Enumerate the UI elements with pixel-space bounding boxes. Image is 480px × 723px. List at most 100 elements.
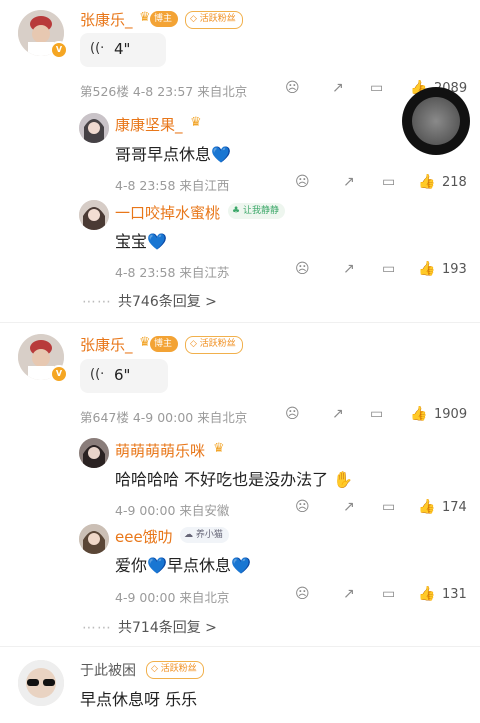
- divider: [0, 646, 480, 647]
- share-icon[interactable]: ↗: [343, 174, 355, 190]
- verified-badge-icon: V: [50, 41, 68, 59]
- custom-tag-label: 让我静静: [242, 206, 279, 216]
- username[interactable]: 于此被困: [80, 660, 136, 680]
- like-icon[interactable]: 👍: [418, 499, 435, 515]
- voice-duration: 6": [114, 366, 131, 384]
- host-tag: 博主: [150, 336, 179, 352]
- share-icon[interactable]: ↗: [332, 406, 344, 422]
- more-replies-link[interactable]: ⋯⋯ 共714条回复 >: [82, 617, 217, 637]
- voice-icon: ((·: [90, 367, 105, 382]
- like-count: 218: [442, 175, 467, 190]
- timestamp: 4-8 23:58: [115, 178, 176, 193]
- reply-icon[interactable]: ▭: [382, 586, 395, 602]
- divider: [0, 322, 480, 323]
- share-icon[interactable]: ↗: [343, 261, 355, 277]
- active-fan-label: 活跃粉丝: [160, 664, 197, 674]
- dots-icon: ⋯⋯: [82, 620, 112, 636]
- like-count: 193: [442, 262, 467, 277]
- reply-meta: 4-8 23:58 来自江苏: [115, 262, 229, 281]
- custom-tag: ♣ 让我静静: [228, 203, 285, 219]
- share-icon[interactable]: ↗: [343, 586, 355, 602]
- floor-number: 第647楼: [80, 410, 129, 425]
- assistive-touch-button[interactable]: [402, 87, 470, 155]
- location: 来自江苏: [179, 265, 230, 280]
- reply-text: 哈哈哈哈 不好吃也是没办法了 ✋: [115, 466, 353, 490]
- dislike-icon[interactable]: ☹: [295, 586, 310, 602]
- reply-avatar[interactable]: [79, 438, 109, 468]
- timestamp: 4-8 23:58: [115, 265, 176, 280]
- dislike-icon[interactable]: ☹: [285, 406, 300, 422]
- reply-meta: 4-9 00:00 来自安徽: [115, 500, 229, 519]
- timestamp: 4-9 00:00: [132, 410, 194, 425]
- share-icon[interactable]: ↗: [332, 80, 344, 96]
- assistive-touch-icon: [412, 97, 460, 145]
- active-fan-label: 活跃粉丝: [199, 339, 236, 349]
- verified-badge-icon: V: [50, 365, 68, 383]
- reply-icon[interactable]: ▭: [382, 174, 395, 190]
- comment-meta: 第526楼 4-8 23:57 来自北京: [80, 81, 247, 100]
- comment-text: 早点休息呀 乐乐: [80, 690, 198, 709]
- username[interactable]: 张康乐_: [80, 9, 133, 30]
- floor-number: 第526楼: [80, 84, 129, 99]
- timestamp: 4-9 00:00: [115, 503, 176, 518]
- reply-avatar[interactable]: [79, 200, 109, 230]
- location: 来自安徽: [179, 503, 230, 518]
- comment-meta: 第647楼 4-9 00:00 来自北京: [80, 407, 247, 426]
- active-fan-tag: ◇ 活跃粉丝: [185, 336, 243, 354]
- reply-username[interactable]: 康康坚果_: [115, 114, 183, 135]
- more-replies-link[interactable]: ⋯⋯ 共746条回复 >: [82, 291, 217, 311]
- reply-text: 宝宝💙: [115, 232, 167, 251]
- voice-icon: ((·: [90, 41, 105, 56]
- voice-message[interactable]: ((· 6": [80, 359, 168, 393]
- like-count: 131: [442, 587, 467, 602]
- active-fan-label: 活跃粉丝: [199, 14, 236, 24]
- crown-icon: ♛: [139, 10, 151, 25]
- clap-emoji-icon: ✋: [333, 470, 354, 489]
- crown-icon: ♛: [139, 335, 151, 350]
- reply-icon[interactable]: ▭: [370, 80, 383, 96]
- like-icon[interactable]: 👍: [418, 586, 435, 602]
- like-count: 174: [442, 500, 467, 515]
- dislike-icon[interactable]: ☹: [295, 499, 310, 515]
- location: 来自江西: [179, 178, 230, 193]
- dislike-icon[interactable]: ☹: [295, 261, 310, 277]
- reply-username[interactable]: 一口咬掉水蜜桃: [115, 202, 220, 223]
- reply-username[interactable]: eee饿叻: [115, 526, 173, 547]
- reply-icon[interactable]: ▭: [382, 261, 395, 277]
- active-fan-tag: ◇ 活跃粉丝: [185, 11, 243, 29]
- location: 来自北京: [197, 84, 248, 99]
- reply-meta: 4-8 23:58 来自江西: [115, 175, 229, 194]
- like-icon[interactable]: 👍: [410, 406, 427, 422]
- more-replies-text: 共746条回复 >: [118, 294, 217, 310]
- like-icon[interactable]: 👍: [418, 174, 435, 190]
- reply-icon[interactable]: ▭: [382, 499, 395, 515]
- crown-icon: ♛: [190, 115, 202, 130]
- avatar[interactable]: [18, 660, 64, 706]
- host-tag: 博主: [150, 11, 179, 27]
- avatar-image: [79, 438, 109, 468]
- reply-text: 哥哥早点休息💙: [115, 145, 231, 164]
- share-icon[interactable]: ↗: [343, 499, 355, 515]
- dislike-icon[interactable]: ☹: [295, 174, 310, 190]
- avatar-image: [79, 200, 109, 230]
- voice-message[interactable]: ((· 4": [80, 33, 166, 67]
- reply-avatar[interactable]: [79, 524, 109, 554]
- voice-duration: 4": [114, 40, 131, 58]
- location: 来自北京: [197, 410, 248, 425]
- like-count: 1909: [434, 407, 468, 422]
- location: 来自北京: [179, 590, 230, 605]
- crown-icon: ♛: [213, 441, 225, 456]
- more-replies-text: 共714条回复 >: [118, 620, 217, 636]
- dislike-icon[interactable]: ☹: [285, 80, 300, 96]
- timestamp: 4-9 00:00: [115, 590, 176, 605]
- reply-avatar[interactable]: [79, 113, 109, 143]
- like-icon[interactable]: 👍: [418, 261, 435, 277]
- reply-text-content: 哈哈哈哈 不好吃也是没办法了: [115, 470, 329, 489]
- timestamp: 4-8 23:57: [132, 84, 194, 99]
- avatar-image: [18, 660, 64, 706]
- custom-tag-label: 养小猫: [195, 530, 223, 540]
- username[interactable]: 张康乐_: [80, 334, 133, 355]
- avatar-image: [79, 113, 109, 143]
- reply-username[interactable]: 萌萌萌萌乐咪: [115, 440, 205, 461]
- reply-icon[interactable]: ▭: [370, 406, 383, 422]
